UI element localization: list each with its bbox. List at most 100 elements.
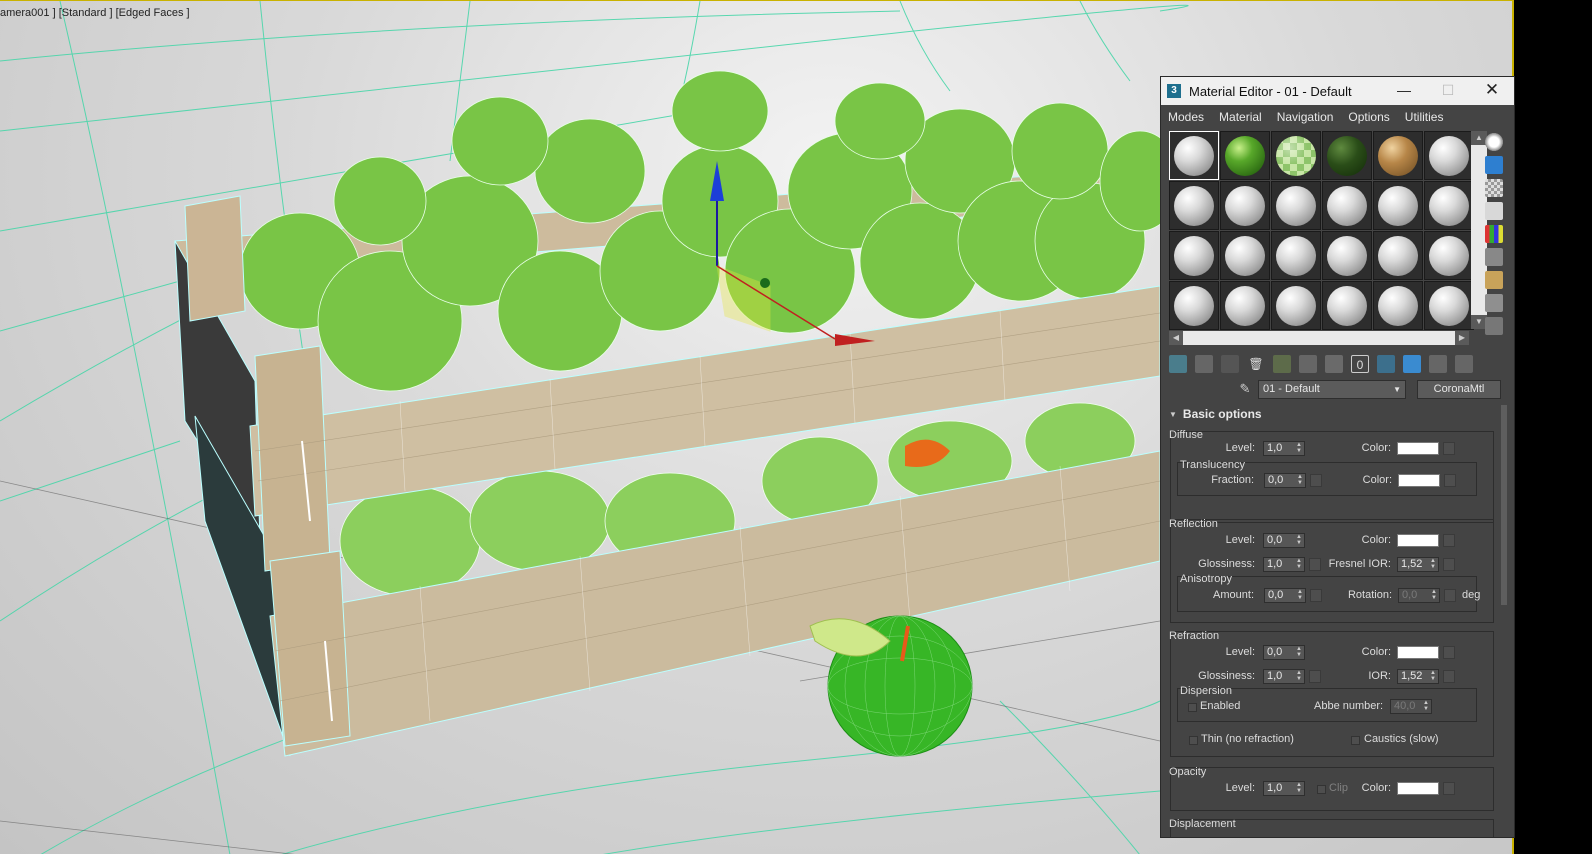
material-slot[interactable] [1271,231,1321,280]
translucency-color-map-button[interactable] [1444,474,1456,487]
make-preview-icon[interactable] [1485,248,1503,266]
diffuse-level-spinner[interactable]: 1,0 ▲ ▼ [1263,441,1305,456]
make-unique-icon[interactable] [1273,355,1291,373]
translucency-color-swatch[interactable] [1398,474,1440,487]
anisotropy-rotation-map-button[interactable] [1444,589,1456,602]
thin-checkbox[interactable] [1189,736,1198,745]
menu-navigation[interactable]: Navigation [1277,110,1334,124]
go-forward-sibling-icon[interactable] [1455,355,1473,373]
refraction-level-spinner[interactable]: 0,0 ▲ ▼ [1263,645,1305,660]
rollout-scrollbar[interactable] [1501,405,1507,605]
material-slot[interactable] [1373,131,1423,180]
material-slot[interactable] [1373,181,1423,230]
reflection-color-swatch[interactable] [1397,534,1439,547]
fresnel-ior-spinner[interactable]: 1,52 ▲ ▼ [1397,557,1439,572]
material-slot[interactable] [1271,281,1321,330]
material-slot[interactable] [1424,281,1474,330]
fresnel-ior-map-button[interactable] [1443,558,1455,571]
abbe-number-spinner[interactable]: 40,0 ▲ ▼ [1390,699,1432,714]
material-map-navigator-icon[interactable] [1485,317,1503,335]
menu-modes[interactable]: Modes [1168,110,1204,124]
anisotropy-amount-spinner[interactable]: 0,0 ▲ ▼ [1264,588,1306,603]
material-sphere-preview [1174,186,1214,226]
ior-map-button[interactable] [1443,670,1455,683]
diffuse-color-swatch[interactable] [1397,442,1439,455]
material-slot[interactable] [1169,231,1219,280]
reflection-glossiness-spinner[interactable]: 1,0 ▲ ▼ [1263,557,1305,572]
uv-tiling-icon[interactable] [1485,202,1503,220]
assign-to-selection-icon[interactable] [1221,355,1239,373]
ior-spinner[interactable]: 1,52 ▲ ▼ [1397,669,1439,684]
material-slot[interactable] [1424,131,1474,180]
dispersion-enabled-checkbox[interactable] [1188,703,1197,712]
material-type-button[interactable]: CoronaMtl [1417,379,1501,399]
material-slot[interactable] [1424,231,1474,280]
slots-horizontal-scrollbar[interactable]: ◀ ▶ [1169,331,1469,345]
delete-icon[interactable]: 🗑 [1247,355,1265,373]
scroll-right-icon[interactable]: ▶ [1455,331,1469,345]
backlight-icon[interactable] [1485,156,1503,174]
caustics-checkbox[interactable] [1351,736,1360,745]
maximize-button[interactable]: ☐ [1426,77,1470,105]
clip-checkbox[interactable] [1317,785,1326,794]
refraction-glossiness-map-button[interactable] [1309,670,1321,683]
menu-material[interactable]: Material [1219,110,1262,124]
refraction-title: Refraction [1169,630,1220,642]
refraction-glossiness-spinner[interactable]: 1,0 ▲ ▼ [1263,669,1305,684]
material-slot[interactable] [1169,131,1219,180]
anisotropy-rotation-spinner[interactable]: 0,0 ▲ ▼ [1398,588,1440,603]
get-material-icon[interactable] [1169,355,1187,373]
single-apple[interactable] [809,615,973,757]
crate[interactable] [174,70,1181,757]
sample-type-icon[interactable] [1485,133,1503,151]
material-slot[interactable] [1169,281,1219,330]
rollout-header[interactable]: ▼ Basic options [1161,405,1501,423]
material-slot[interactable] [1271,181,1321,230]
material-slot[interactable] [1322,181,1372,230]
material-sphere-preview [1276,286,1316,326]
select-by-material-icon[interactable] [1485,294,1503,312]
reflection-level-spinner[interactable]: 0,0 ▲ ▼ [1263,533,1305,548]
material-slot[interactable] [1424,181,1474,230]
title-bar[interactable]: 3 Material Editor - 01 - Default — ☐ ✕ [1161,77,1514,105]
reflection-color-map-button[interactable] [1443,534,1455,547]
opacity-color-swatch[interactable] [1397,782,1439,795]
viewport-label[interactable]: amera001 ] [Standard ] [Edged Faces ] [0,7,190,19]
material-slot[interactable] [1322,231,1372,280]
background-icon[interactable] [1485,179,1503,197]
scroll-left-icon[interactable]: ◀ [1169,331,1183,345]
material-slot[interactable] [1169,181,1219,230]
material-slot[interactable] [1373,231,1423,280]
show-in-viewport-icon[interactable] [1377,355,1395,373]
video-color-check-icon[interactable] [1485,225,1503,243]
diffuse-color-map-button[interactable] [1443,442,1455,455]
save-icon[interactable] [1325,355,1343,373]
menu-utilities[interactable]: Utilities [1405,110,1444,124]
material-slot[interactable] [1220,281,1270,330]
options-icon[interactable] [1485,271,1503,289]
refraction-color-swatch[interactable] [1397,646,1439,659]
eyedropper-icon[interactable]: ✎ [1236,380,1254,398]
material-slot[interactable] [1322,281,1372,330]
show-end-result-icon[interactable] [1403,355,1421,373]
material-slot[interactable] [1271,131,1321,180]
put-to-library-icon[interactable] [1299,355,1317,373]
refraction-color-map-button[interactable] [1443,646,1455,659]
minimize-button[interactable]: — [1382,77,1426,105]
material-slot[interactable] [1220,181,1270,230]
material-slot[interactable] [1220,231,1270,280]
translucency-fraction-spinner[interactable]: 0,0 ▲ ▼ [1264,473,1306,488]
close-button[interactable]: ✕ [1470,77,1514,105]
material-name-dropdown[interactable]: 01 - Default ▼ [1258,379,1406,399]
material-slot[interactable] [1373,281,1423,330]
opacity-level-spinner[interactable]: 1,0 ▲ ▼ [1263,781,1305,796]
material-sphere-preview [1378,236,1418,276]
material-id-icon[interactable]: 0 [1351,355,1369,373]
go-to-parent-icon[interactable] [1429,355,1447,373]
material-slot[interactable] [1220,131,1270,180]
material-slot[interactable] [1322,131,1372,180]
translucency-fraction-map-button[interactable] [1310,474,1322,487]
put-to-scene-icon[interactable] [1195,355,1213,373]
menu-options[interactable]: Options [1348,110,1389,124]
opacity-color-map-button[interactable] [1443,782,1455,795]
